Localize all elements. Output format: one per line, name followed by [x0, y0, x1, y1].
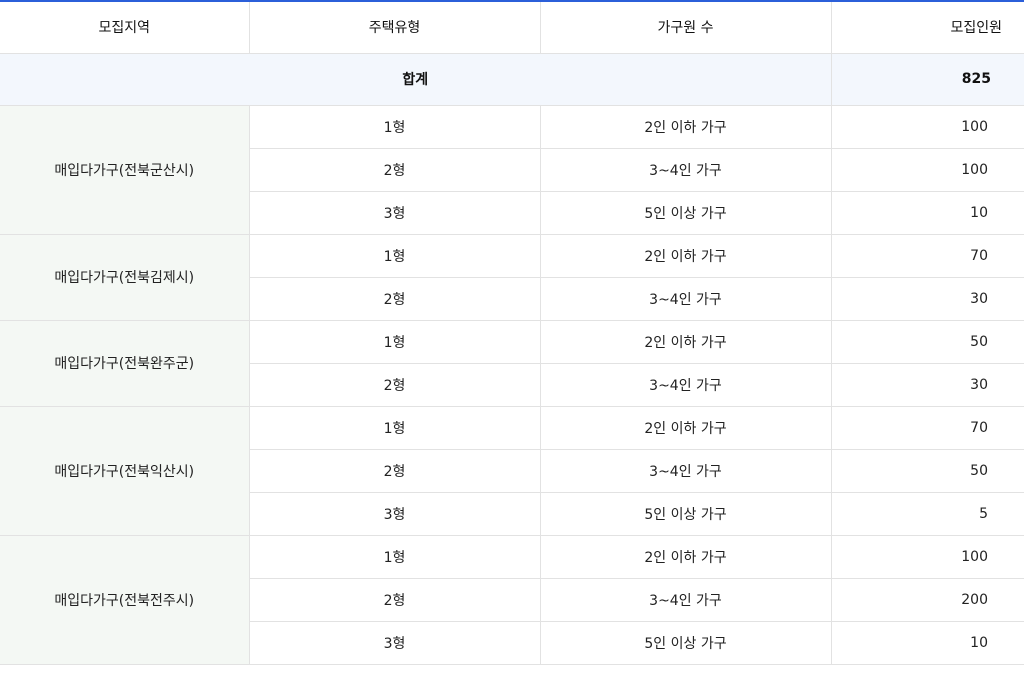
table-row: 매입다가구(전북김제시) 1형 2인 이하 가구 70	[0, 234, 1024, 321]
household-cell: 5인 이상 가구	[540, 191, 832, 235]
house-type-cell: 1형	[249, 234, 541, 278]
recruit-count-cell: 100	[831, 105, 1024, 149]
region-cell: 매입다가구(전북전주시)	[0, 535, 250, 665]
house-type-cell: 1형	[249, 105, 541, 149]
table-row: 매입다가구(전북완주군) 1형 2인 이하 가구 50	[0, 320, 1024, 407]
table-row: 매입다가구(전북전주시) 1형 2인 이하 가구 100	[0, 535, 1024, 665]
region-cell: 매입다가구(전북군산시)	[0, 105, 250, 235]
household-cell: 2인 이하 가구	[540, 320, 832, 364]
table-header: 모집지역 주택유형 가구원 수 모집인원	[0, 1, 1024, 54]
house-type-cell: 2형	[249, 578, 541, 622]
recruitment-table: 모집지역 주택유형 가구원 수 모집인원 합계 825 매입다가구(전북군산시)…	[0, 0, 1024, 665]
house-type-cell: 3형	[249, 492, 541, 536]
house-type-cell: 3형	[249, 191, 541, 235]
recruitment-table-container: 모집지역 주택유형 가구원 수 모집인원 합계 825 매입다가구(전북군산시)…	[0, 0, 1024, 679]
header-region: 모집지역	[0, 1, 250, 54]
household-cell: 3~4인 가구	[540, 578, 832, 622]
region-cell: 매입다가구(전북완주군)	[0, 320, 250, 407]
recruit-count-cell: 100	[831, 535, 1024, 579]
household-cell: 2인 이하 가구	[540, 406, 832, 450]
recruit-count-cell: 200	[831, 578, 1024, 622]
header-household: 가구원 수	[540, 1, 832, 54]
house-type-cell: 1형	[249, 535, 541, 579]
total-body: 합계 825	[0, 53, 1024, 106]
house-type-cell: 2형	[249, 449, 541, 493]
household-cell: 2인 이하 가구	[540, 234, 832, 278]
recruit-count-cell: 30	[831, 277, 1024, 321]
recruit-count-cell: 5	[831, 492, 1024, 536]
region-cell: 매입다가구(전북익산시)	[0, 406, 250, 536]
total-label: 합계	[0, 53, 832, 106]
recruit-count-cell: 70	[831, 234, 1024, 278]
household-cell: 3~4인 가구	[540, 449, 832, 493]
recruit-count-cell: 30	[831, 363, 1024, 407]
recruit-count-cell: 50	[831, 449, 1024, 493]
total-row: 합계 825	[0, 53, 1024, 106]
household-cell: 2인 이하 가구	[540, 535, 832, 579]
recruit-count-cell: 100	[831, 148, 1024, 192]
house-type-cell: 2형	[249, 148, 541, 192]
header-row: 모집지역 주택유형 가구원 수 모집인원	[0, 1, 1024, 54]
house-type-cell: 3형	[249, 621, 541, 665]
recruit-count-cell: 10	[831, 621, 1024, 665]
recruit-count-cell: 10	[831, 191, 1024, 235]
header-recruit: 모집인원	[831, 1, 1024, 54]
household-cell: 3~4인 가구	[540, 148, 832, 192]
house-type-cell: 2형	[249, 363, 541, 407]
household-cell: 2인 이하 가구	[540, 105, 832, 149]
total-value: 825	[831, 53, 1024, 106]
table-row: 매입다가구(전북군산시) 1형 2인 이하 가구 100	[0, 105, 1024, 235]
household-cell: 3~4인 가구	[540, 277, 832, 321]
house-type-cell: 1형	[249, 406, 541, 450]
table-row: 매입다가구(전북익산시) 1형 2인 이하 가구 70	[0, 406, 1024, 536]
data-body: 매입다가구(전북군산시) 1형 2인 이하 가구 100 2형 3~4인 가구 100 3형 5…	[0, 105, 1024, 665]
house-type-cell: 1형	[249, 320, 541, 364]
region-cell: 매입다가구(전북김제시)	[0, 234, 250, 321]
recruit-count-cell: 70	[831, 406, 1024, 450]
household-cell: 5인 이상 가구	[540, 492, 832, 536]
header-house-type: 주택유형	[249, 1, 541, 54]
household-cell: 5인 이상 가구	[540, 621, 832, 665]
recruit-count-cell: 50	[831, 320, 1024, 364]
household-cell: 3~4인 가구	[540, 363, 832, 407]
house-type-cell: 2형	[249, 277, 541, 321]
